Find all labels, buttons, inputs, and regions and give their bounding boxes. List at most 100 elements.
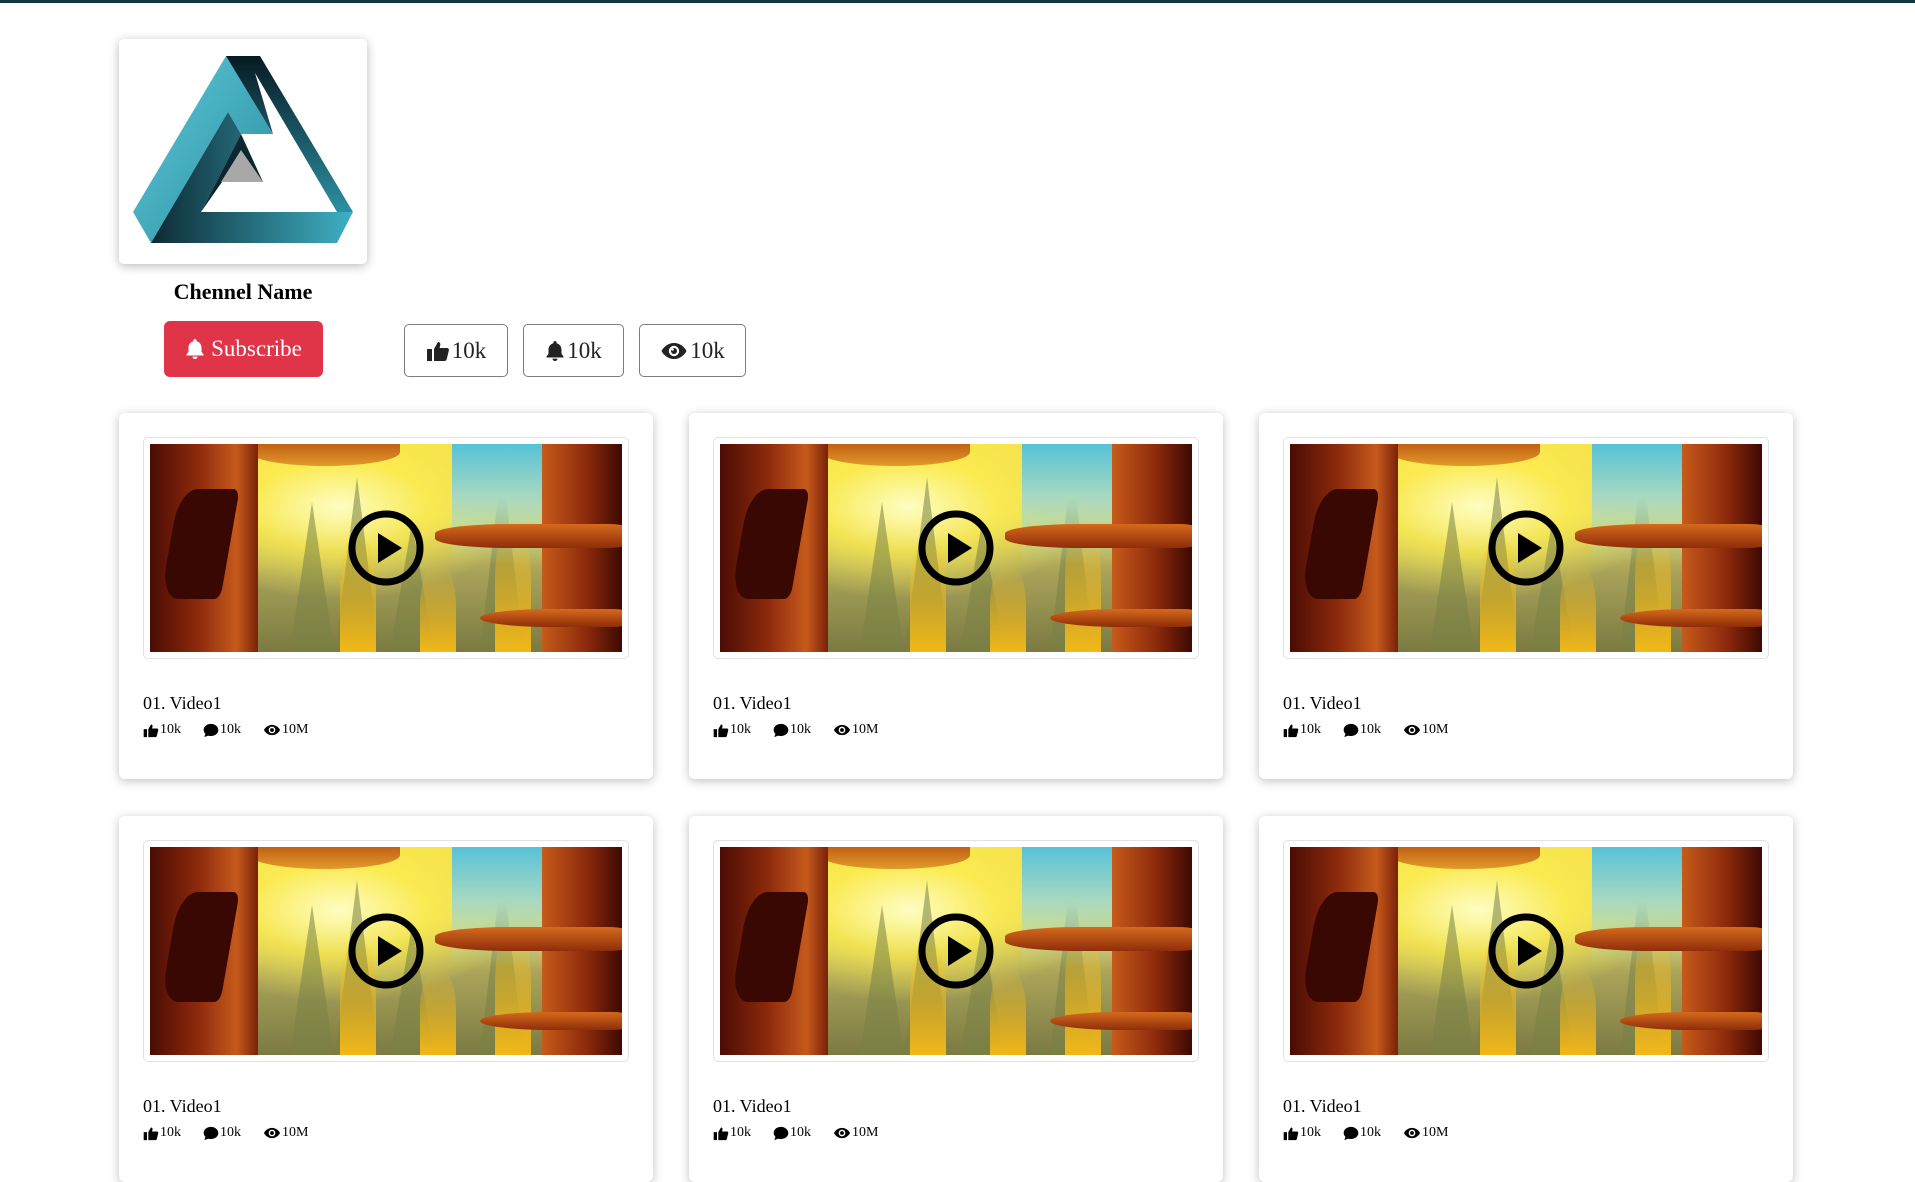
video-views-count: 10M <box>852 1125 879 1140</box>
video-thumbnail-frame <box>1283 437 1769 659</box>
video-title[interactable]: 01. Video1 <box>143 693 222 714</box>
video-stats: 10k 10k 10M <box>143 1125 308 1141</box>
eye-icon <box>263 1127 281 1139</box>
video-card-2[interactable]: 01. Video1 10k 10k 10M <box>689 413 1223 779</box>
thumbs-up-icon <box>1283 1127 1299 1140</box>
video-comments: 10k <box>1343 722 1381 738</box>
video-card-4[interactable]: 01. Video1 10k 10k 10M <box>119 816 653 1182</box>
video-likes-count: 10k <box>730 722 751 737</box>
video-comments-count: 10k <box>790 1125 811 1140</box>
likes-count: 10k <box>451 337 487 363</box>
video-stats: 10k 10k 10M <box>143 722 308 738</box>
play-icon[interactable] <box>347 509 425 587</box>
video-thumbnail-frame <box>143 437 629 659</box>
thumbs-up-icon <box>713 724 729 737</box>
video-stats: 10k 10k 10M <box>713 1125 878 1141</box>
thumbs-up-icon <box>713 1127 729 1140</box>
video-card-5[interactable]: 01. Video1 10k 10k 10M <box>689 816 1223 1182</box>
thumbs-up-icon <box>143 724 159 737</box>
views-count: 10k <box>690 337 725 363</box>
video-views-count: 10M <box>282 722 309 737</box>
video-stats: 10k 10k 10M <box>1283 722 1448 738</box>
thumbs-up-icon <box>426 340 450 362</box>
comment-icon <box>773 723 789 737</box>
video-likes: 10k <box>1283 1125 1321 1141</box>
channel-logo <box>119 39 367 264</box>
video-views: 10M <box>1403 1125 1448 1141</box>
video-views: 10M <box>263 722 308 738</box>
comment-icon <box>203 723 219 737</box>
eye-icon <box>263 724 281 736</box>
comment-icon <box>203 1126 219 1140</box>
video-comments-count: 10k <box>790 722 811 737</box>
video-views: 10M <box>263 1125 308 1141</box>
video-card-6[interactable]: 01. Video1 10k 10k 10M <box>1259 816 1793 1182</box>
channel-name: Chennel Name <box>173 279 313 304</box>
video-comments: 10k <box>773 722 811 738</box>
views-button[interactable]: 10k <box>639 324 746 377</box>
subscribe-label: Subscribe <box>211 336 302 361</box>
video-thumbnail[interactable] <box>150 847 622 1055</box>
likes-button[interactable]: 10k <box>404 324 508 377</box>
video-title[interactable]: 01. Video1 <box>713 693 792 714</box>
play-icon[interactable] <box>917 509 995 587</box>
eye-icon <box>833 724 851 736</box>
video-card-3[interactable]: 01. Video1 10k 10k 10M <box>1259 413 1793 779</box>
video-likes-count: 10k <box>1300 1125 1321 1140</box>
play-icon[interactable] <box>1487 912 1565 990</box>
video-title[interactable]: 01. Video1 <box>713 1096 792 1117</box>
video-likes: 10k <box>713 1125 751 1141</box>
video-stats: 10k 10k 10M <box>713 722 878 738</box>
notifications-button[interactable]: 10k <box>523 324 624 377</box>
video-thumbnail[interactable] <box>1290 847 1762 1055</box>
play-icon[interactable] <box>347 912 425 990</box>
video-stats: 10k 10k 10M <box>1283 1125 1448 1141</box>
video-likes: 10k <box>1283 722 1321 738</box>
top-border <box>0 0 1915 3</box>
video-comments-count: 10k <box>1360 1125 1381 1140</box>
notifications-count: 10k <box>567 337 602 363</box>
video-title[interactable]: 01. Video1 <box>1283 1096 1362 1117</box>
video-likes: 10k <box>143 722 181 738</box>
video-comments: 10k <box>203 1125 241 1141</box>
video-thumbnail[interactable] <box>720 444 1192 652</box>
video-likes-count: 10k <box>160 1125 181 1140</box>
video-views-count: 10M <box>1422 722 1449 737</box>
thumbs-up-icon <box>143 1127 159 1140</box>
bell-icon <box>545 340 565 362</box>
video-views: 10M <box>1403 722 1448 738</box>
video-comments: 10k <box>773 1125 811 1141</box>
video-thumbnail-frame <box>1283 840 1769 1062</box>
video-likes: 10k <box>713 722 751 738</box>
eye-icon <box>833 1127 851 1139</box>
comment-icon <box>773 1126 789 1140</box>
subscribe-button[interactable]: Subscribe <box>164 321 323 377</box>
bell-icon <box>185 338 205 360</box>
penrose-triangle-logo <box>133 56 353 243</box>
video-thumbnail[interactable] <box>1290 444 1762 652</box>
video-card-1[interactable]: 01. Video1 10k 10k 10M <box>119 413 653 779</box>
comment-icon <box>1343 723 1359 737</box>
video-thumbnail[interactable] <box>720 847 1192 1055</box>
video-thumbnail-frame <box>713 840 1199 1062</box>
video-title[interactable]: 01. Video1 <box>1283 693 1362 714</box>
eye-icon <box>1403 1127 1421 1139</box>
video-thumbnail-frame <box>143 840 629 1062</box>
video-views-count: 10M <box>852 722 879 737</box>
video-views: 10M <box>833 1125 878 1141</box>
eye-icon <box>1403 724 1421 736</box>
video-likes-count: 10k <box>1300 722 1321 737</box>
video-likes-count: 10k <box>160 722 181 737</box>
play-icon[interactable] <box>917 912 995 990</box>
video-views-count: 10M <box>282 1125 309 1140</box>
video-views: 10M <box>833 722 878 738</box>
video-comments: 10k <box>203 722 241 738</box>
video-thumbnail[interactable] <box>150 444 622 652</box>
video-comments-count: 10k <box>1360 722 1381 737</box>
video-likes-count: 10k <box>730 1125 751 1140</box>
play-icon[interactable] <box>1487 509 1565 587</box>
video-title[interactable]: 01. Video1 <box>143 1096 222 1117</box>
video-views-count: 10M <box>1422 1125 1449 1140</box>
comment-icon <box>1343 1126 1359 1140</box>
video-likes: 10k <box>143 1125 181 1141</box>
